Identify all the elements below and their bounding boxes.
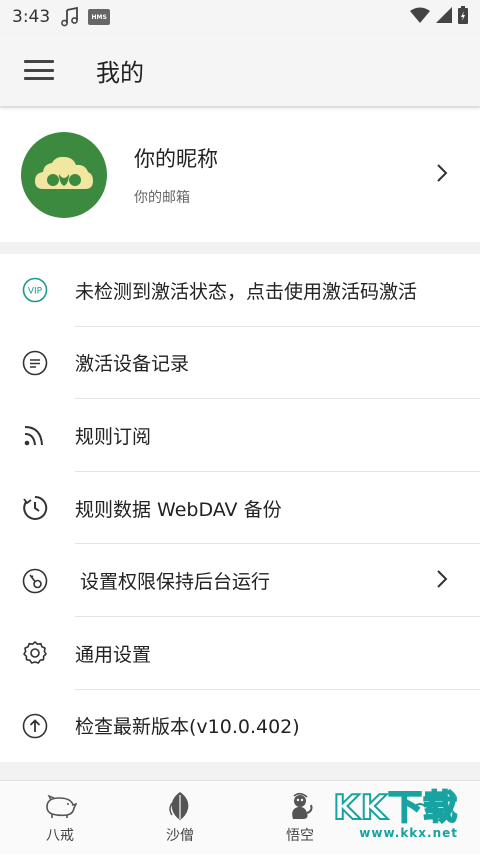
menu-item-label: 激活设备记录 (75, 353, 190, 376)
menu-item-device-records[interactable]: 激活设备记录 (0, 327, 480, 400)
music-note-icon (60, 7, 80, 27)
status-time: 3:43 (12, 7, 51, 27)
tab-label: 悟空 (286, 827, 314, 844)
page-title: 我的 (96, 58, 144, 87)
leaf-icon (167, 791, 193, 821)
menu-item-label: 未检测到激活状态，点击使用激活码激活 (75, 280, 418, 303)
battery-charging-icon (458, 6, 468, 28)
tab-shaseng[interactable]: 沙僧 (120, 781, 240, 854)
menu-icon[interactable] (24, 58, 54, 82)
svg-text:VIP: VIP (28, 287, 43, 297)
profile-card[interactable]: 你的昵称 你的邮箱 (0, 108, 480, 242)
watermark-text: KK下载 (332, 788, 458, 828)
chevron-right-icon (436, 163, 448, 187)
vip-icon: VIP (21, 276, 49, 304)
list-icon (21, 349, 49, 377)
menu-item-label: 规则订阅 (75, 425, 152, 448)
menu-item-label: 通用设置 (75, 643, 152, 666)
gear-icon (21, 639, 49, 667)
profile-email: 你的邮箱 (134, 190, 190, 206)
pig-icon (43, 791, 77, 821)
rss-icon (21, 421, 49, 449)
key-icon (21, 567, 49, 595)
profile-nickname: 你的昵称 (134, 147, 218, 171)
menu-item-label: 规则数据 WebDAV 备份 (75, 498, 282, 521)
menu-item-label: 设置权限保持后台运行 (80, 571, 271, 594)
chevron-right-icon (436, 569, 448, 593)
tab-bajie[interactable]: 八戒 (0, 781, 120, 854)
watermark-url: www.kkx.net (359, 826, 458, 840)
menu-item-background-permission[interactable]: 设置权限保持后台运行 (0, 544, 480, 617)
cloud-icon (35, 156, 93, 189)
status-bar: 3:43 HMS (0, 0, 480, 34)
settings-list: VIP 未检测到激活状态，点击使用激活码激活 激活设备记录 规则订阅 规则数据 … (0, 254, 480, 763)
menu-item-label: 检查最新版本(v10.0.402) (75, 716, 300, 739)
tab-label: 八戒 (46, 827, 74, 844)
watermark: KK下载 www.kkx.net (332, 788, 458, 840)
app-bar: 我的 (0, 34, 480, 106)
menu-item-activate[interactable]: VIP 未检测到激活状态，点击使用激活码激活 (0, 254, 480, 327)
wifi-icon (410, 7, 430, 27)
menu-item-webdav-backup[interactable]: 规则数据 WebDAV 备份 (0, 472, 480, 545)
menu-item-check-update[interactable]: 检查最新版本(v10.0.402) (0, 690, 480, 763)
upgrade-icon (21, 712, 49, 740)
hms-badge-icon: HMS (88, 9, 111, 25)
menu-item-rule-subscription[interactable]: 规则订阅 (0, 399, 480, 472)
monkey-icon (285, 791, 315, 821)
tab-label: 沙僧 (166, 827, 194, 844)
signal-icon (436, 7, 452, 27)
avatar[interactable] (21, 132, 107, 218)
backup-clock-icon (21, 494, 49, 522)
menu-item-general-settings[interactable]: 通用设置 (0, 617, 480, 690)
